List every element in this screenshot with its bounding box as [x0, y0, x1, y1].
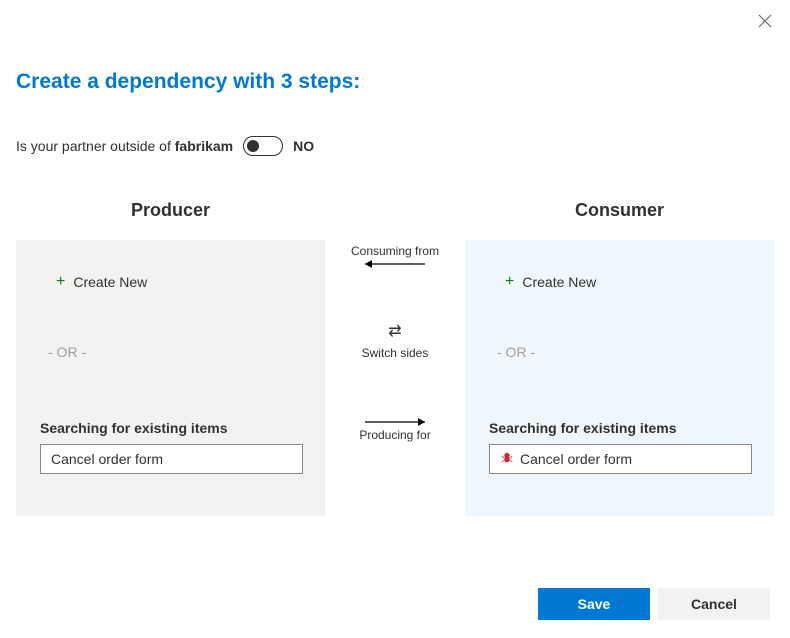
partner-org: fabrikam	[175, 138, 233, 154]
consumer-create-label: Create New	[522, 274, 596, 290]
producer-create-new-button[interactable]: + Create New	[40, 274, 303, 290]
producer-or-text: - OR -	[40, 344, 303, 360]
partner-prefix: Is your partner outside of	[16, 138, 175, 154]
producer-heading: Producer	[16, 200, 325, 221]
producer-panel: Producer + Create New - OR - Searching f…	[16, 200, 325, 534]
dialog-buttons: Save Cancel	[538, 588, 770, 620]
partner-question-row: Is your partner outside of fabrikam NO	[16, 136, 774, 156]
close-icon[interactable]	[758, 14, 772, 32]
cancel-button[interactable]: Cancel	[658, 588, 770, 620]
arrow-right-icon	[360, 416, 430, 428]
consumer-heading: Consumer	[465, 200, 774, 221]
consumer-panel: Consumer + Create New - OR - Searching f…	[465, 200, 774, 534]
consuming-from-label: Consuming from	[351, 244, 439, 258]
bug-icon	[500, 451, 514, 468]
consumer-search-input[interactable]	[520, 451, 741, 467]
save-button[interactable]: Save	[538, 588, 650, 620]
plus-icon: +	[505, 274, 514, 290]
consumer-search-label: Searching for existing items	[489, 420, 752, 436]
plus-icon: +	[56, 274, 65, 290]
producer-create-label: Create New	[73, 274, 147, 290]
page-title: Create a dependency with 3 steps:	[16, 70, 774, 94]
partner-toggle[interactable]	[243, 136, 283, 156]
partner-label: Is your partner outside of fabrikam	[16, 138, 233, 154]
producing-for-label: Producing for	[359, 428, 430, 442]
toggle-knob	[247, 140, 259, 152]
producer-search-label: Searching for existing items	[40, 420, 303, 436]
switch-sides-button[interactable]: Switch sides	[362, 346, 429, 360]
arrow-left-icon	[360, 258, 430, 270]
swap-icon[interactable]: ⇄	[388, 324, 401, 340]
producer-search-input[interactable]	[51, 451, 292, 467]
consumer-or-text: - OR -	[489, 344, 752, 360]
consumer-create-new-button[interactable]: + Create New	[489, 274, 752, 290]
middle-column: Consuming from ⇄ Switch sides Producing …	[325, 200, 465, 534]
partner-toggle-value: NO	[293, 138, 314, 154]
consumer-search-input-wrap[interactable]	[489, 444, 752, 474]
producer-search-input-wrap[interactable]	[40, 444, 303, 474]
